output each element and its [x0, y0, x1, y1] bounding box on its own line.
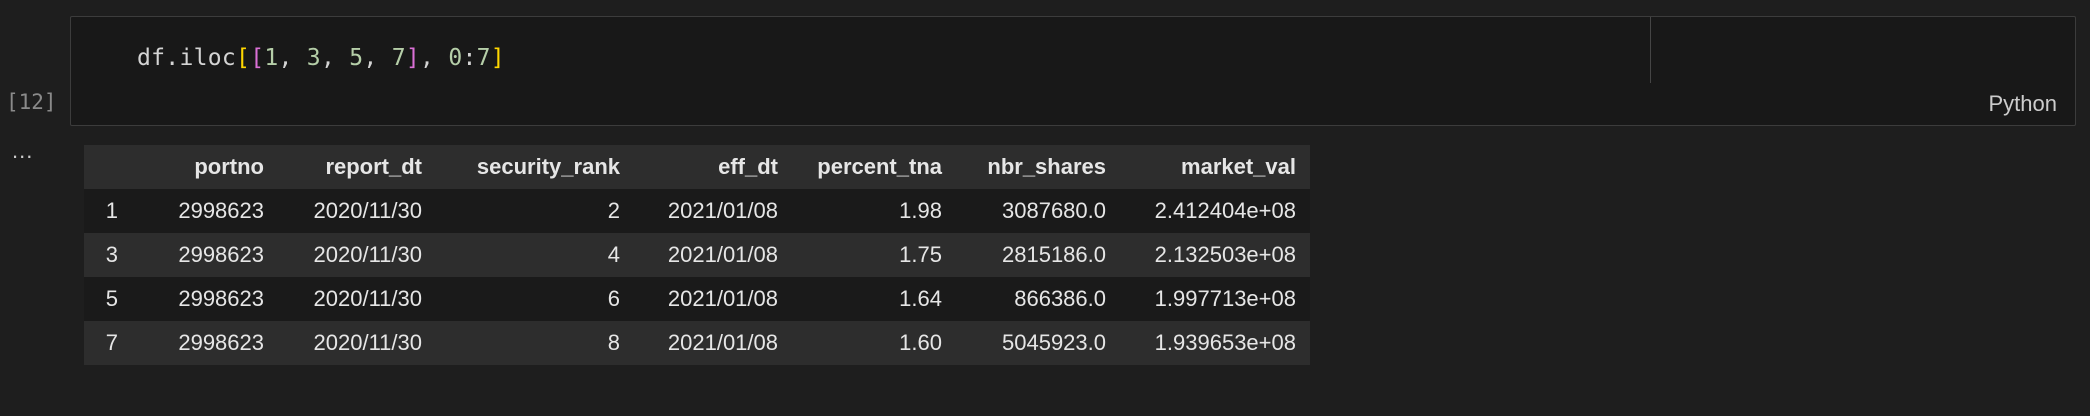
table-header-percent-tna: percent_tna [792, 145, 956, 189]
code-separator: , [278, 45, 307, 71]
cell-nbr-shares: 5045923.0 [1002, 330, 1106, 355]
cell-nbr-shares: 866386.0 [1014, 286, 1106, 311]
cell-eff-dt: 2021/01/08 [667, 242, 778, 267]
cell-report-dt: 2020/11/30 [313, 330, 422, 355]
table-header-portno: portno [132, 145, 278, 189]
table-header-index [84, 145, 132, 189]
cell-nbr-shares: 2815186.0 [1002, 242, 1106, 267]
table-header-security-rank: security_rank [436, 145, 634, 189]
table-header-row: portno report_dt security_rank eff_dt pe… [84, 145, 1310, 189]
table-header-market-val: market_val [1120, 145, 1310, 189]
code-number: 0 [448, 45, 463, 71]
code-number: 1 [264, 45, 279, 71]
cell-market-val: 2.412404e+08 [1154, 198, 1296, 223]
cell-report-dt: 2020/11/30 [313, 198, 422, 223]
code-bracket-close-inner: ] [405, 45, 421, 71]
cell-eff-dt: 2021/01/08 [667, 198, 778, 223]
editor-divider [1650, 17, 1651, 83]
row-index: 7 [105, 330, 118, 355]
cell-portno: 2998623 [178, 286, 264, 311]
cell-security-rank: 4 [607, 242, 620, 267]
cell-percent-tna: 1.64 [899, 286, 942, 311]
cell-percent-tna: 1.98 [899, 198, 942, 223]
cell-market-val: 1.997713e+08 [1154, 286, 1296, 311]
table-row: 1 2998623 2020/11/30 2 2021/01/08 1.98 3… [84, 189, 1310, 233]
cell-eff-dt: 2021/01/08 [667, 286, 778, 311]
table-row: 5 2998623 2020/11/30 6 2021/01/08 1.64 8… [84, 277, 1310, 321]
table-row: 7 2998623 2020/11/30 8 2021/01/08 1.60 5… [84, 321, 1310, 365]
code-bracket-open-inner: [ [250, 45, 265, 71]
cell-portno: 2998623 [178, 198, 264, 223]
cell-portno: 2998623 [178, 242, 264, 267]
cell-security-rank: 6 [607, 286, 620, 311]
dataframe-output-table: portno report_dt security_rank eff_dt pe… [84, 145, 1310, 365]
row-index: 1 [105, 198, 118, 223]
language-selector[interactable]: Python [1989, 91, 2058, 117]
cell-report-dt: 2020/11/30 [313, 242, 422, 267]
code-number: 3 [306, 45, 321, 71]
cell-portno: 2998623 [178, 330, 264, 355]
code-number: 5 [349, 45, 364, 71]
cell-percent-tna: 1.75 [899, 242, 942, 267]
row-index: 3 [105, 242, 118, 267]
code-line[interactable]: df.iloc[[1, 3, 5, 7], 0:7] [137, 45, 505, 71]
code-number: 7 [391, 45, 406, 71]
notebook-cell: [12] df.iloc[[1, 3, 5, 7], 0:7] Python .… [0, 0, 2090, 416]
code-bracket-close-outer: ] [490, 45, 505, 71]
code-identifier: df.iloc [137, 45, 237, 71]
cell-security-rank: 2 [607, 198, 620, 223]
output-more-actions-icon[interactable]: ... [12, 140, 33, 162]
cell-market-val: 2.132503e+08 [1154, 242, 1296, 267]
execution-count: [12] [6, 90, 57, 114]
code-number: 7 [476, 45, 491, 71]
code-editor[interactable]: df.iloc[[1, 3, 5, 7], 0:7] Python [70, 16, 2076, 126]
cell-percent-tna: 1.60 [899, 330, 942, 355]
table-header-eff-dt: eff_dt [634, 145, 792, 189]
table-header-nbr-shares: nbr_shares [956, 145, 1120, 189]
table-row: 3 2998623 2020/11/30 4 2021/01/08 1.75 2… [84, 233, 1310, 277]
row-index: 5 [105, 286, 118, 311]
code-separator: , [420, 45, 449, 71]
cell-nbr-shares: 3087680.0 [1002, 198, 1106, 223]
cell-report-dt: 2020/11/30 [313, 286, 422, 311]
code-bracket-open-outer: [ [236, 45, 251, 71]
code-colon: : [462, 45, 477, 71]
cell-market-val: 1.939653e+08 [1154, 330, 1296, 355]
table-header-report-dt: report_dt [278, 145, 436, 189]
cell-eff-dt: 2021/01/08 [667, 330, 778, 355]
code-separator: , [320, 45, 350, 71]
code-separator: , [363, 45, 392, 71]
cell-security-rank: 8 [607, 330, 620, 355]
